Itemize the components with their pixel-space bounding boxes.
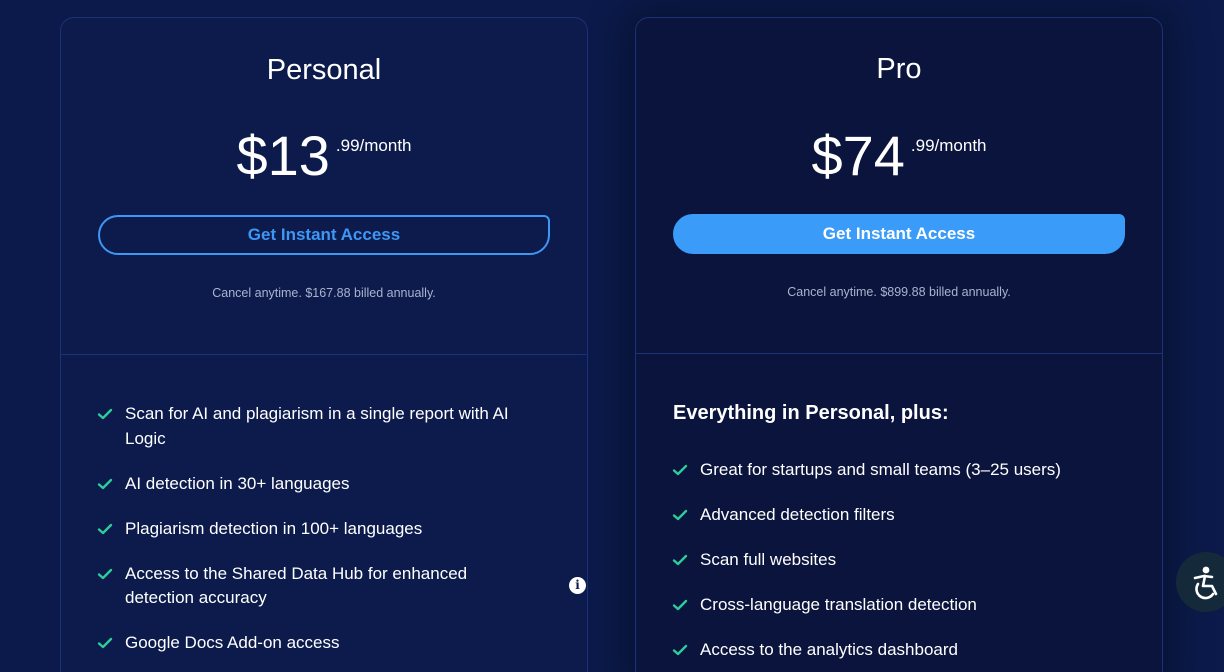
feature-text: Cross-language translation detection <box>700 595 977 614</box>
personal-plan-card: Personal $13 .99/month Get Instant Access… <box>60 17 588 672</box>
check-icon <box>672 599 688 611</box>
feature-text: Plagiarism detection in 100+ languages <box>125 518 423 538</box>
feature-text: Advanced detection filters <box>700 505 895 524</box>
accessibility-button[interactable] <box>1176 552 1224 612</box>
check-icon <box>672 644 688 656</box>
plan-price: $74 .99/month <box>636 124 1162 188</box>
check-icon <box>672 554 688 566</box>
divider <box>61 354 587 355</box>
pro-plan-card: Pro $74 .99/month Get Instant Access Canc… <box>635 17 1163 672</box>
billing-note: Cancel anytime. $167.88 billed annually. <box>212 286 436 300</box>
feature-text: AI detection in 30+ languages <box>125 473 350 493</box>
feature-item: Scan full websites <box>672 548 1126 573</box>
price-amount: $13 <box>236 124 330 187</box>
price-cents-period: .99/month <box>910 136 987 155</box>
feature-text: Google Docs Add-on access <box>125 633 340 652</box>
check-icon <box>97 637 113 649</box>
feature-text: Great for startups and small teams (3–25… <box>700 460 1061 479</box>
get-instant-access-button[interactable]: Get Instant Access <box>98 215 550 255</box>
feature-item: Advanced detection filters <box>672 503 1126 528</box>
feature-list: Great for startups and small teams (3–25… <box>672 458 1126 672</box>
feature-item: Plagiarism detection in 100+ languages <box>97 517 551 542</box>
feature-item: Cross-language translation detection <box>672 593 1126 618</box>
feature-text: Scan full websites <box>700 550 837 569</box>
check-icon <box>97 478 113 489</box>
features-heading: Everything in Personal, plus: <box>673 402 949 424</box>
feature-item: Access to the Shared Data Hub for enhanc… <box>97 562 551 611</box>
get-instant-access-button[interactable]: Get Instant Access <box>673 214 1125 254</box>
price-cents-period: .99/month <box>335 136 412 155</box>
divider <box>636 353 1162 354</box>
feature-item: Great for startups and small teams (3–25… <box>672 458 1126 483</box>
plan-name: Pro <box>876 53 922 85</box>
check-icon <box>672 509 688 521</box>
check-icon <box>97 568 113 579</box>
check-icon <box>97 523 113 534</box>
plan-price: $13 .99/month <box>61 124 587 188</box>
pricing-page: Personal $13 .99/month Get Instant Access… <box>0 0 1224 672</box>
accessibility-icon <box>1193 566 1218 600</box>
feature-text: Access to the Shared Data Hub for enhanc… <box>125 563 468 608</box>
info-icon[interactable]: i <box>569 577 586 594</box>
check-icon <box>672 464 688 476</box>
feature-item: AI detection in 30+ languages <box>97 472 551 497</box>
feature-list: Scan for AI and plagiarism in a single r… <box>97 402 586 672</box>
feature-text: Scan for AI and plagiarism in a single r… <box>125 404 509 448</box>
plan-name: Personal <box>266 54 382 86</box>
feature-item: Scan for AI and plagiarism in a single r… <box>97 402 551 451</box>
feature-item: Google Docs Add-on access <box>97 631 551 656</box>
price-amount: $74 <box>811 124 905 187</box>
billing-note: Cancel anytime. $899.88 billed annually. <box>787 285 1011 299</box>
feature-text: Access to the analytics dashboard <box>700 640 958 659</box>
check-icon <box>97 408 113 420</box>
feature-item: Access to the analytics dashboard <box>672 638 1126 663</box>
